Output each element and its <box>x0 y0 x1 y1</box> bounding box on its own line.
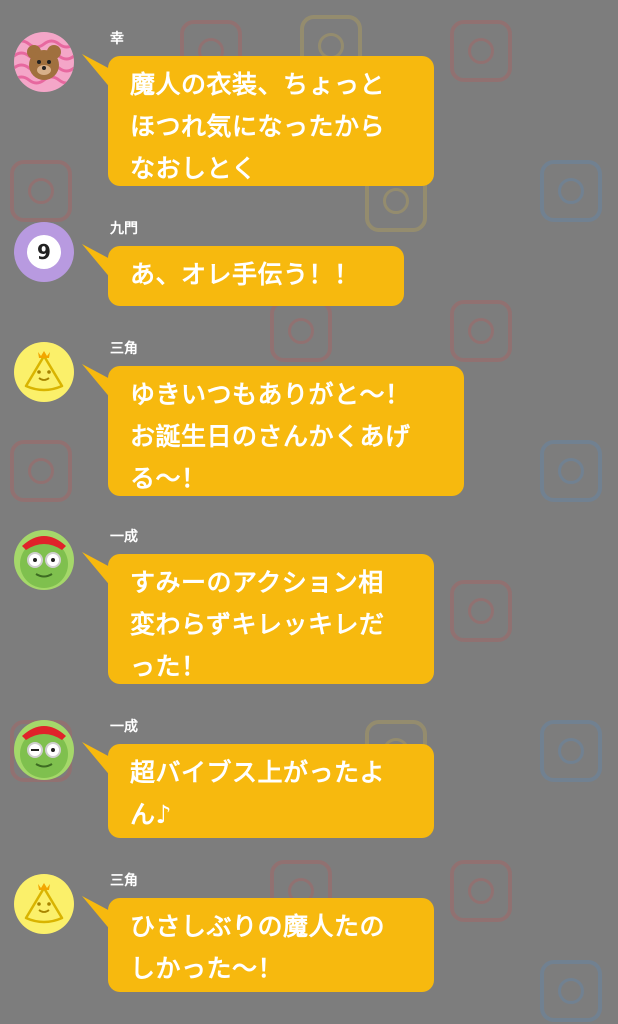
triangle-character-avatar-icon[interactable] <box>14 342 74 402</box>
bear-avatar-icon[interactable] <box>14 32 74 92</box>
message-bubble[interactable]: すみーのアクション相 変わらずキレッキレだ った！ <box>108 554 434 684</box>
message-bubble[interactable]: あ、オレ手伝う！！ <box>108 246 404 306</box>
chat-log[interactable]: 幸 魔人の衣装、ちょっと ほつれ気になったから なおしとく 9 九門 あ、オレ手… <box>0 0 618 1024</box>
green-face-avatar-icon[interactable] <box>14 530 74 590</box>
message-bubble[interactable]: 魔人の衣装、ちょっと ほつれ気になったから なおしとく <box>108 56 434 186</box>
sender-name: 九門 <box>110 221 138 237</box>
message-bubble[interactable]: ゆきいつもありがと〜！ お誕生日のさんかくあげ る〜！ <box>108 366 464 496</box>
sender-name: 一成 <box>110 719 138 735</box>
sender-name: 三角 <box>110 873 138 889</box>
sender-name: 幸 <box>110 31 124 47</box>
message-bubble[interactable]: 超バイブス上がったよ ん♪ <box>108 744 434 838</box>
sender-name: 三角 <box>110 341 138 357</box>
green-face-avatar-icon[interactable] <box>14 720 74 780</box>
message-bubble[interactable]: ひさしぶりの魔人たの しかった〜！ <box>108 898 434 992</box>
avatar-number: 9 <box>37 240 51 264</box>
sender-name: 一成 <box>110 529 138 545</box>
triangle-character-avatar-icon[interactable] <box>14 874 74 934</box>
number-nine-avatar-icon[interactable]: 9 <box>14 222 74 282</box>
